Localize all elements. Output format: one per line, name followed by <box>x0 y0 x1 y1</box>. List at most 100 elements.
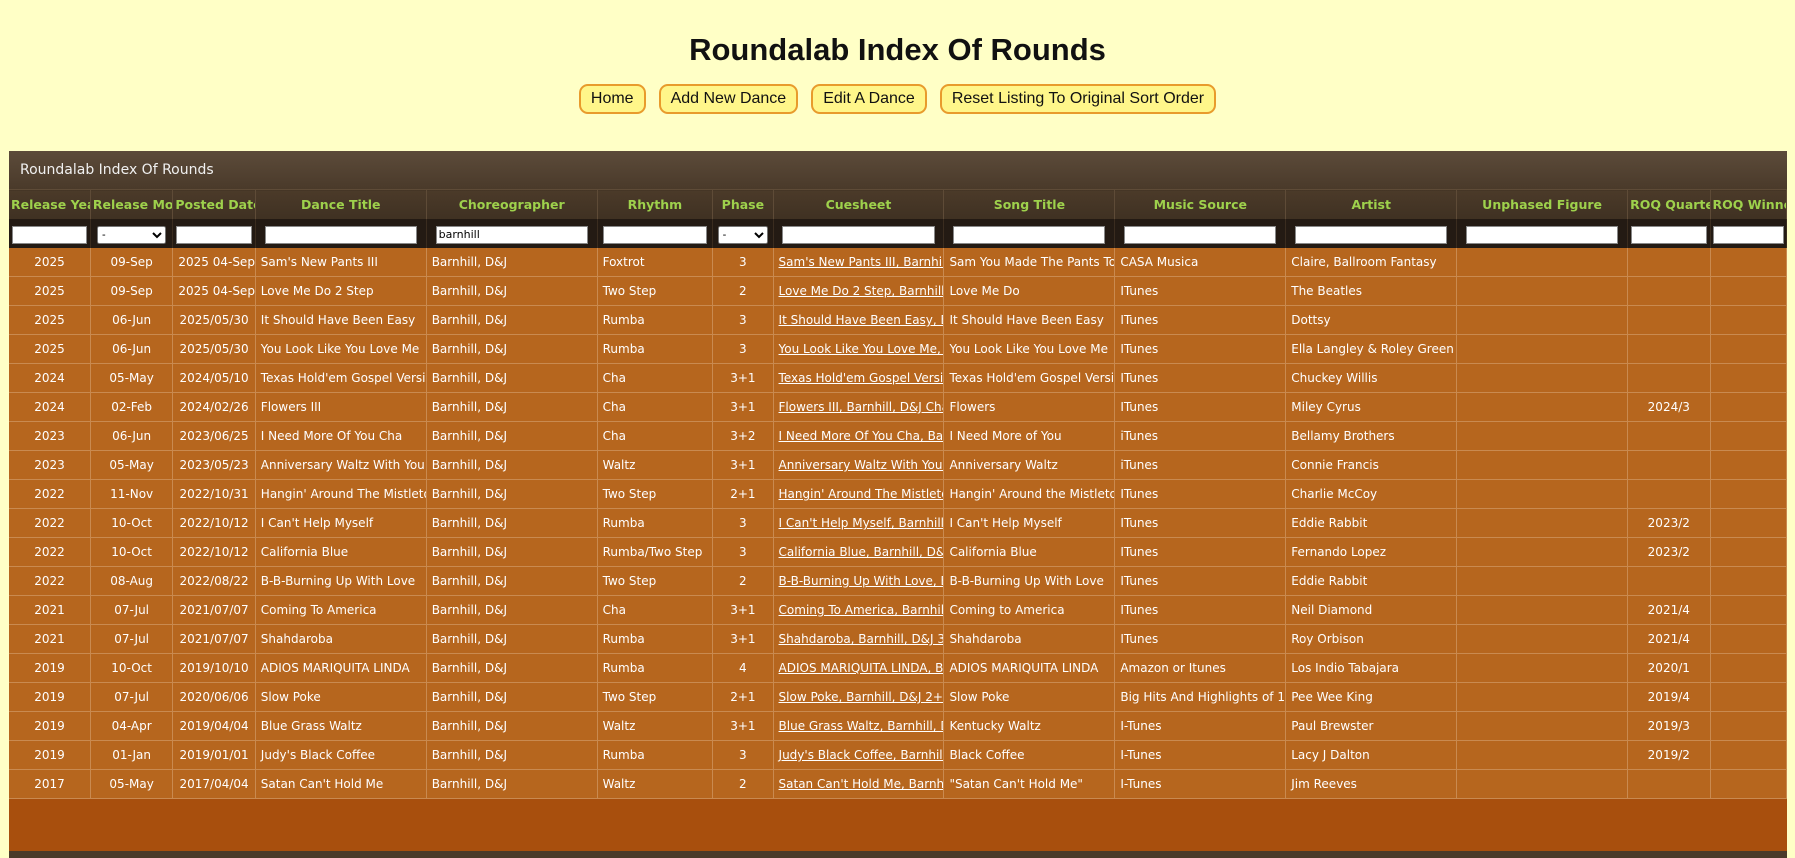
cell-phase: 2+1 <box>712 479 774 509</box>
cuesheet-link[interactable]: California Blue, Barnhill, D&J Rumba <box>779 545 943 559</box>
table-row[interactable]: 2021 07-Jul 2021/07/07 Coming To America Bar… <box>9 595 1787 625</box>
col-header-release-month[interactable]: Release Month <box>90 189 174 219</box>
cell-roq-winner <box>1710 769 1787 799</box>
filter-release-year[interactable] <box>11 225 88 244</box>
cuesheet-link[interactable]: Shahdaroba, Barnhill, D&J 3+1 <box>779 632 943 646</box>
cell-phase: 3+1 <box>712 624 774 654</box>
table-row[interactable]: 2019 07-Jul 2020/06/06 Slow Poke Barnhill, D… <box>9 682 1787 712</box>
cuesheet-link[interactable]: Anniversary Waltz With You, Barnhill, D&… <box>779 458 943 472</box>
col-header-posted-date[interactable]: Posted Date <box>172 189 256 219</box>
table-row[interactable]: 2022 10-Oct 2022/10/12 I Can't Help Myself B… <box>9 508 1787 538</box>
cuesheet-link[interactable]: Judy's Black Coffee, Barnhill, D&J <box>779 748 943 762</box>
cell-unphased-figure <box>1456 334 1629 364</box>
col-header-artist[interactable]: Artist <box>1285 189 1458 219</box>
edit-a-dance-button[interactable]: Edit A Dance <box>811 84 927 114</box>
filter-phase[interactable]: - <box>717 226 769 244</box>
home-button[interactable]: Home <box>578 84 646 114</box>
cell-dance-title: Love Me Do 2 Step <box>255 276 427 306</box>
table-row[interactable]: 2024 02-Feb 2024/02/26 Flowers III Barnhill,… <box>9 392 1787 422</box>
table-row[interactable]: 2023 05-May 2023/05/23 Anniversary Waltz Wi… <box>9 450 1787 480</box>
cell-song-title: Love Me Do <box>943 276 1116 306</box>
table-row[interactable]: 2023 06-Jun 2023/06/25 I Need More Of You C… <box>9 421 1787 451</box>
table-row[interactable]: 2025 06-Jun 2025/05/30 You Look Like You Lo… <box>9 334 1787 364</box>
filter-music-source[interactable] <box>1124 225 1277 244</box>
cell-song-title: I Can't Help Myself <box>943 508 1116 538</box>
add-new-dance-button[interactable]: Add New Dance <box>658 84 799 114</box>
cell-roq-quarter: 2024/3 <box>1627 392 1711 422</box>
table-row[interactable]: 2025 09-Sep 2025 04-Sep Sam's New Pants III… <box>9 248 1787 277</box>
cell-posted-date: 2019/01/01 <box>172 740 256 770</box>
cell-artist: Eddie Rabbit <box>1285 508 1458 538</box>
table-row[interactable]: 2017 05-May 2017/04/04 Satan Can't Hold Me B… <box>9 769 1787 799</box>
filter-dance-title[interactable] <box>264 225 417 244</box>
cuesheet-link[interactable]: Sam's New Pants III, Barnhill, D&J <box>779 255 943 269</box>
table-row[interactable]: 2019 10-Oct 2019/10/10 ADIOS MARIQUITA LIND… <box>9 653 1787 683</box>
cuesheet-link[interactable]: Flowers III, Barnhill, D&J Cha <box>779 400 943 414</box>
filter-posted-date[interactable] <box>176 225 253 244</box>
table-row[interactable]: 2022 08-Aug 2022/08/22 B-B-Burning Up With … <box>9 566 1787 596</box>
cuesheet-link[interactable]: B-B-Burning Up With Love, Barnhill, D&J <box>779 574 943 588</box>
cell-cuesheet: It Should Have Been Easy, Barnhill, D&J <box>773 305 945 335</box>
cuesheet-link[interactable]: Coming To America, Barnhill, D&J <box>779 603 943 617</box>
cell-dance-title: I Need More Of You Cha <box>255 421 427 451</box>
cuesheet-link[interactable]: Blue Grass Waltz, Barnhill, D&J <box>779 719 943 733</box>
filter-unphased-figure[interactable] <box>1466 225 1619 244</box>
table-row[interactable]: 2021 07-Jul 2021/07/07 Shahdaroba Barnhill, … <box>9 624 1787 654</box>
cuesheet-link[interactable]: You Look Like You Love Me, Barnhill, D&J <box>779 342 943 356</box>
table-row[interactable]: 2022 11-Nov 2022/10/31 Hangin' Around The M… <box>9 479 1787 509</box>
cell-unphased-figure <box>1456 653 1629 683</box>
col-header-music-source[interactable]: Music Source <box>1114 189 1287 219</box>
filter-artist[interactable] <box>1295 225 1448 244</box>
filter-roq-winner[interactable] <box>1712 225 1784 244</box>
cell-cuesheet: I Can't Help Myself, Barnhill, D&J <box>773 508 945 538</box>
reset-sort-order-button[interactable]: Reset Listing To Original Sort Order <box>939 84 1217 114</box>
cuesheet-link[interactable]: I Need More Of You Cha, Barnhill, D&J <box>779 429 943 443</box>
table-row[interactable]: 2025 09-Sep 2025 04-Sep Love Me Do 2 Step Ba… <box>9 276 1787 306</box>
table-row[interactable]: 2019 04-Apr 2019/04/04 Blue Grass Waltz Barn… <box>9 711 1787 741</box>
cell-music-source: ITunes <box>1114 363 1287 393</box>
col-header-unphased-figure[interactable]: Unphased Figure <box>1456 189 1629 219</box>
table-row[interactable]: 2022 10-Oct 2022/10/12 California Blue Barnh… <box>9 537 1787 567</box>
cuesheet-link[interactable]: Hangin' Around The Mistletoe, Barnhill, … <box>779 487 943 501</box>
col-header-roq-quarter[interactable]: ROQ Quarter <box>1627 189 1711 219</box>
filter-release-month[interactable]: - <box>97 226 167 244</box>
cell-release-year: 2022 <box>9 537 91 567</box>
col-header-choreographer[interactable]: Choreographer <box>426 189 598 219</box>
cuesheet-link[interactable]: It Should Have Been Easy, Barnhill, D&J <box>779 313 943 327</box>
cuesheet-link[interactable]: Texas Hold'em Gospel Version, Barnhill, … <box>779 371 943 385</box>
col-header-roq-winner[interactable]: ROQ Winner <box>1710 189 1787 219</box>
cell-song-title: ADIOS MARIQUITA LINDA <box>943 653 1116 683</box>
filter-rhythm[interactable] <box>602 225 708 244</box>
cell-rhythm: Rumba <box>597 508 714 538</box>
cell-cuesheet: Love Me Do 2 Step, Barnhill, D&J <box>773 276 945 306</box>
cell-phase: 3+1 <box>712 450 774 480</box>
cuesheet-link[interactable]: Slow Poke, Barnhill, D&J 2+1 <box>779 690 943 704</box>
cell-artist: Fernando Lopez <box>1285 537 1458 567</box>
cell-music-source: I-Tunes <box>1114 711 1287 741</box>
filter-choreographer[interactable] <box>435 225 588 244</box>
cuesheet-link[interactable]: I Can't Help Myself, Barnhill, D&J <box>779 516 943 530</box>
cell-roq-winner <box>1710 421 1787 451</box>
cell-song-title: Shahdaroba <box>943 624 1116 654</box>
cuesheet-link[interactable]: ADIOS MARIQUITA LINDA, Barnhill, D&J <box>779 661 943 675</box>
cuesheet-link[interactable]: Love Me Do 2 Step, Barnhill, D&J <box>779 284 943 298</box>
filter-cuesheet[interactable] <box>782 225 935 244</box>
cell-release-year: 2022 <box>9 508 91 538</box>
col-header-rhythm[interactable]: Rhythm <box>597 189 714 219</box>
col-header-song-title[interactable]: Song Title <box>943 189 1116 219</box>
filter-song-title[interactable] <box>953 225 1106 244</box>
filter-roq-quarter[interactable] <box>1630 225 1707 244</box>
col-header-release-year[interactable]: Release Year <box>9 189 91 219</box>
table-row[interactable]: 2019 01-Jan 2019/01/01 Judy's Black Coffee B… <box>9 740 1787 770</box>
col-header-dance-title[interactable]: Dance Title <box>255 189 427 219</box>
table-row[interactable]: 2025 06-Jun 2025/05/30 It Should Have Been … <box>9 305 1787 335</box>
cell-song-title: Flowers <box>943 392 1116 422</box>
cell-phase: 3 <box>712 334 774 364</box>
table-row[interactable]: 2024 05-May 2024/05/10 Texas Hold'em Gospel… <box>9 363 1787 393</box>
cell-song-title: Anniversary Waltz <box>943 450 1116 480</box>
cell-roq-quarter: 2023/2 <box>1627 508 1711 538</box>
cell-release-year: 2023 <box>9 450 91 480</box>
cuesheet-link[interactable]: Satan Can't Hold Me, Barnhill, D&J <box>779 777 943 791</box>
col-header-cuesheet[interactable]: Cuesheet <box>773 189 945 219</box>
col-header-phase[interactable]: Phase <box>712 189 774 219</box>
